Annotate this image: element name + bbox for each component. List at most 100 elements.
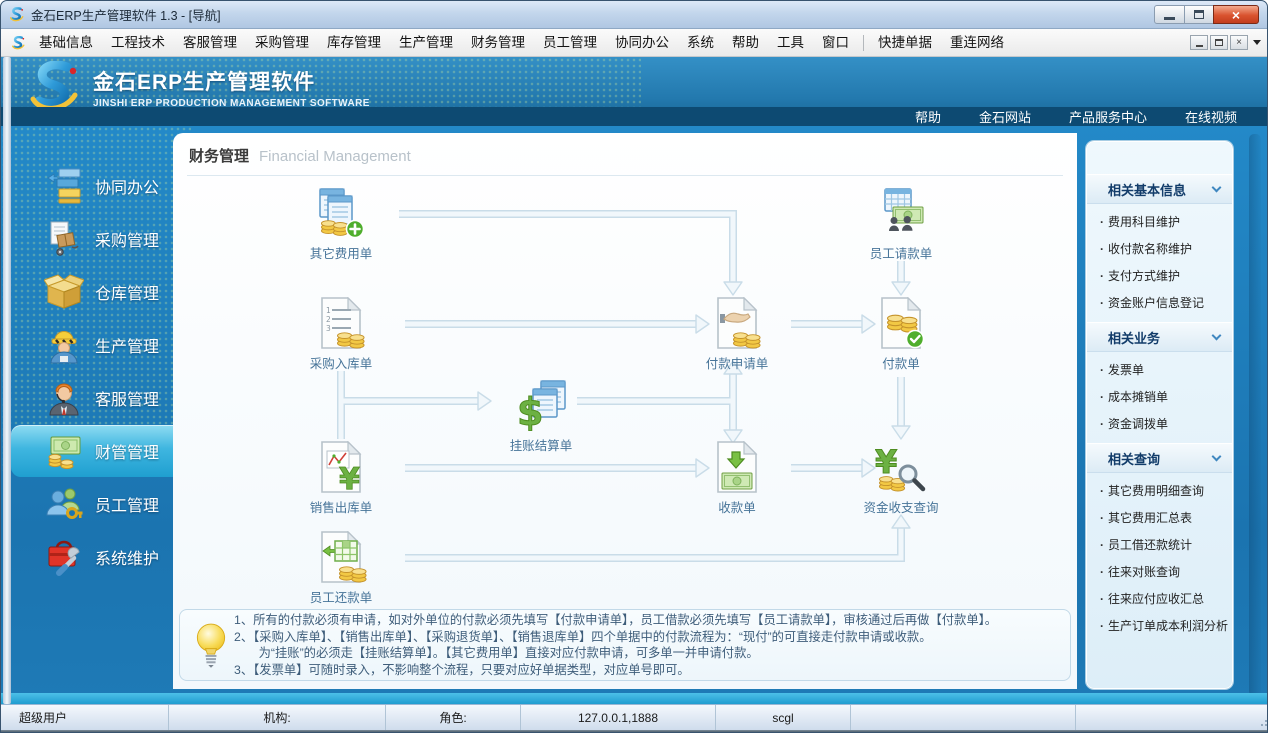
related-link-label: 资金账户信息登记 xyxy=(1108,294,1204,311)
related-link[interactable]: ·支付方式维护 xyxy=(1087,262,1232,289)
sidebar-item-label: 协同办公 xyxy=(95,174,159,198)
section-header-query[interactable]: 相关查询 xyxy=(1087,443,1232,473)
header-link[interactable]: 产品服务中心 xyxy=(1069,107,1147,126)
menu-item[interactable]: 重连网络 xyxy=(941,30,1013,56)
flow-node-other-expense[interactable]: 其它费用单 xyxy=(281,187,401,262)
menu-item[interactable]: 库存管理 xyxy=(318,30,390,56)
employee-icon xyxy=(41,484,87,524)
related-link-label: 资金调拨单 xyxy=(1108,415,1168,432)
sidebar-item-purchasing[interactable]: 采购管理 xyxy=(1,213,173,265)
flow-node-label: 收款单 xyxy=(677,497,797,516)
related-link-label: 成本摊销单 xyxy=(1108,388,1168,405)
related-link[interactable]: ·收付款名称维护 xyxy=(1087,235,1232,262)
related-link[interactable]: ·其它费用明细查询 xyxy=(1087,477,1232,504)
menu-item[interactable]: 快捷单据 xyxy=(869,30,941,56)
menu-item[interactable]: 协同办公 xyxy=(606,30,678,56)
sidebar-item-warehouse[interactable]: 仓库管理 xyxy=(1,266,173,318)
related-link[interactable]: ·生产订单成本利润分析 xyxy=(1087,612,1232,639)
related-link[interactable]: ·其它费用汇总表 xyxy=(1087,504,1232,531)
section-header-basic-info[interactable]: 相关基本信息 xyxy=(1087,174,1232,204)
status-organization: 机构: xyxy=(169,705,386,730)
bullet-dot: · xyxy=(1100,538,1104,552)
menu-item[interactable]: 员工管理 xyxy=(534,30,606,56)
sidebar-item-production[interactable]: 生产管理 xyxy=(1,319,173,371)
menu-item[interactable]: 工程技术 xyxy=(102,30,174,56)
svg-text:1: 1 xyxy=(326,306,331,315)
related-link[interactable]: ·员工借还款统计 xyxy=(1087,531,1232,558)
section-title: 相关查询 xyxy=(1108,449,1160,468)
mdi-restore-button[interactable] xyxy=(1210,35,1228,50)
related-link[interactable]: ·资金账户信息登记 xyxy=(1087,289,1232,316)
resize-grip[interactable] xyxy=(1261,724,1263,726)
flow-node-payment[interactable]: 付款单 xyxy=(841,297,961,372)
status-bar: 超级用户 机构: 角色: 127.0.0.1,1888 scgl xyxy=(1,704,1267,730)
related-link[interactable]: ·往来对账查询 xyxy=(1087,558,1232,585)
menu-bar: 基础信息工程技术客服管理采购管理库存管理生产管理财务管理员工管理协同办公系统帮助… xyxy=(1,29,1267,57)
close-button[interactable]: × xyxy=(1213,5,1259,24)
customer-service-icon xyxy=(41,378,87,418)
sidebar-item-label: 系统维护 xyxy=(95,545,159,569)
bullet-dot: · xyxy=(1100,363,1104,377)
section-title: 相关基本信息 xyxy=(1108,180,1186,199)
sidebar-item-customer-service[interactable]: 客服管理 xyxy=(1,372,173,424)
sidebar-item-label: 仓库管理 xyxy=(95,280,159,304)
payment-application-icon xyxy=(711,297,763,349)
sidebar-item-employee[interactable]: 员工管理 xyxy=(1,478,173,530)
header-link[interactable]: 在线视频 xyxy=(1185,107,1237,126)
sidebar-item-label: 生产管理 xyxy=(95,333,159,357)
flow-node-fund-io-query[interactable]: ¥ 资金收支查询 xyxy=(841,441,961,516)
sidebar-item-label: 采购管理 xyxy=(95,227,159,251)
warehouse-icon xyxy=(41,272,87,312)
menu-item[interactable]: 系统 xyxy=(678,30,723,56)
header-link[interactable]: 金石网站 xyxy=(979,107,1031,126)
svg-text:¥: ¥ xyxy=(339,462,360,493)
mdi-close-button[interactable]: × xyxy=(1230,35,1248,50)
menu-item[interactable]: 客服管理 xyxy=(174,30,246,56)
flow-node-employee-repayment[interactable]: 员工还款单 xyxy=(281,531,401,606)
flow-node-purchase-inbound[interactable]: 123 采购入库单 xyxy=(281,297,401,372)
related-link[interactable]: ·成本摊销单 xyxy=(1087,383,1232,410)
menu-item[interactable]: 工具 xyxy=(768,30,813,56)
related-link[interactable]: ·往来应付应收汇总 xyxy=(1087,585,1232,612)
related-link-label: 费用科目维护 xyxy=(1108,213,1180,230)
toolbar-options-caret-icon[interactable] xyxy=(1253,40,1261,45)
finance-icon xyxy=(41,431,87,471)
svg-text:3: 3 xyxy=(326,324,331,333)
flow-node-label: 挂账结算单 xyxy=(481,435,601,454)
menu-item[interactable]: 帮助 xyxy=(723,30,768,56)
sales-outbound-icon: ¥ xyxy=(315,441,367,493)
flow-node-employee-payment-request[interactable]: 员工请款单 xyxy=(841,187,961,262)
header-link-strip: 帮助 金石网站 产品服务中心 在线视频 xyxy=(1,107,1267,126)
menu-item[interactable]: 生产管理 xyxy=(390,30,462,56)
close-icon: × xyxy=(1232,7,1240,23)
menu-item[interactable]: 财务管理 xyxy=(462,30,534,56)
section-header-business[interactable]: 相关业务 xyxy=(1087,322,1232,352)
title-bar[interactable]: 金石ERP生产管理软件 1.3 - [导航] × xyxy=(1,1,1267,29)
flow-node-credit-settlement[interactable]: $ 挂账结算单 xyxy=(481,379,601,454)
left-splitter-handle[interactable] xyxy=(3,57,11,704)
related-link[interactable]: ·资金调拨单 xyxy=(1087,410,1232,437)
menu-item[interactable]: 基础信息 xyxy=(30,30,102,56)
section-list-basic-info: ·费用科目维护·收付款名称维护·支付方式维护·资金账户信息登记 xyxy=(1087,204,1232,322)
menu-item[interactable]: 采购管理 xyxy=(246,30,318,56)
minimize-button[interactable] xyxy=(1154,5,1185,24)
header-link[interactable]: 帮助 xyxy=(915,107,941,126)
sidebar-item-system-maintenance[interactable]: 系统维护 xyxy=(1,531,173,583)
section-list-query: ·其它费用明细查询·其它费用汇总表·员工借还款统计·往来对账查询·往来应付应收汇… xyxy=(1087,473,1232,645)
sidebar-item-collaboration[interactable]: 协同办公 xyxy=(1,160,173,212)
sidebar-item-finance[interactable]: 财管管理 xyxy=(11,425,173,477)
flow-node-payment-application[interactable]: 付款申请单 xyxy=(677,297,797,372)
related-link[interactable]: ·费用科目维护 xyxy=(1087,208,1232,235)
restore-button[interactable] xyxy=(1184,5,1214,24)
credit-settlement-icon: $ xyxy=(515,379,567,431)
menu-item[interactable]: 窗口 xyxy=(813,30,858,56)
main-menu: 基础信息工程技术客服管理采购管理库存管理生产管理财务管理员工管理协同办公系统帮助… xyxy=(30,30,858,56)
status-empty-cell xyxy=(1076,705,1267,730)
related-link-label: 支付方式维护 xyxy=(1108,267,1180,284)
flow-node-label: 销售出库单 xyxy=(281,497,401,516)
related-link[interactable]: ·发票单 xyxy=(1087,356,1232,383)
svg-text:$: $ xyxy=(517,390,543,431)
mdi-minimize-button[interactable] xyxy=(1190,35,1208,50)
flow-node-sales-outbound[interactable]: ¥ 销售出库单 xyxy=(281,441,401,516)
flow-node-receipt[interactable]: 收款单 xyxy=(677,441,797,516)
